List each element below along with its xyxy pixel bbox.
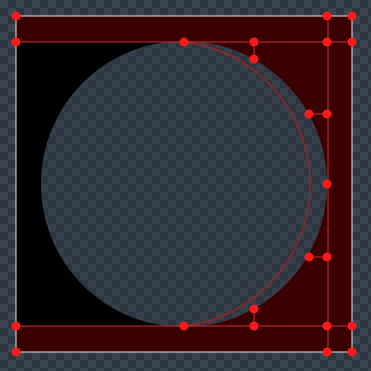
handle-mid-bottom-b[interactable] [322,252,332,262]
handle-right-upper-inner[interactable] [322,37,332,47]
editor-viewport[interactable] [0,0,371,371]
handle-notch-bottom-a[interactable] [249,304,259,314]
handle-circle-bottom[interactable] [179,321,189,331]
shape-canvas[interactable] [0,0,371,371]
handle-right-lower-inner[interactable] [322,321,332,331]
handle-top-right[interactable] [347,11,357,21]
handle-bottom-left[interactable] [11,347,21,357]
handle-right-upper[interactable] [347,37,357,47]
handle-bottom-right[interactable] [347,347,357,357]
handle-top-right-inner[interactable] [322,11,332,21]
handle-notch-top-b[interactable] [249,54,259,64]
right-column-region[interactable] [327,15,353,353]
handle-circle-right[interactable] [322,179,332,189]
handle-top-left[interactable] [11,11,21,21]
handle-mid-bottom-a[interactable] [304,252,314,262]
handle-notch-bottom-b[interactable] [249,321,259,331]
handle-right-lower[interactable] [347,321,357,331]
handle-mid-top-b[interactable] [322,109,332,119]
handle-left-lower[interactable] [11,321,21,331]
handle-left-upper[interactable] [11,37,21,47]
handle-bottom-right-inner[interactable] [322,347,332,357]
handle-circle-top[interactable] [179,37,189,47]
handle-mid-top-a[interactable] [304,109,314,119]
handle-notch-top-a[interactable] [249,37,259,47]
circle-tint [41,41,327,327]
